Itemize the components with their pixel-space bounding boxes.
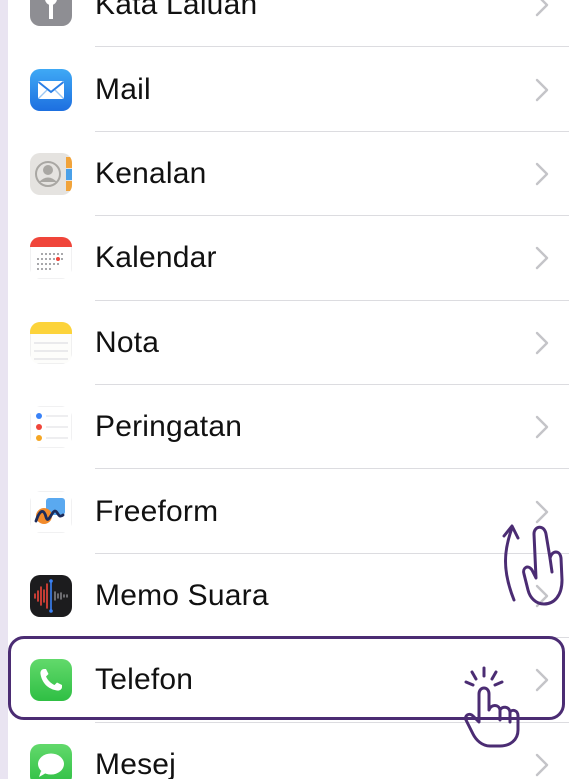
settings-row-label: Kata Laluan — [95, 0, 258, 22]
settings-row-peringatan[interactable]: Peringatan — [8, 385, 569, 470]
calendar-icon — [30, 237, 72, 280]
chevron-right-icon — [535, 0, 549, 17]
mail-icon — [30, 68, 72, 111]
freeform-icon — [30, 490, 72, 533]
settings-row-memo-suara[interactable]: Memo Suara — [8, 554, 569, 639]
chevron-right-icon — [535, 415, 549, 439]
messages-icon — [30, 743, 72, 779]
settings-row-label: Mail — [95, 72, 151, 106]
reminders-icon — [30, 406, 72, 449]
key-icon — [30, 0, 72, 27]
swipe-up-hand-icon — [502, 524, 564, 606]
chevron-right-icon — [535, 331, 549, 354]
settings-row-mail[interactable]: Mail — [8, 47, 569, 132]
settings-row-label: Nota — [95, 325, 160, 359]
tap-hand-icon — [464, 666, 520, 748]
settings-row-freeform[interactable]: Freeform — [8, 469, 569, 554]
chevron-right-icon — [535, 162, 549, 186]
settings-row-label: Kenalan — [95, 156, 207, 190]
notes-icon — [30, 321, 72, 364]
settings-row-nota[interactable]: Nota — [8, 301, 569, 385]
voice-memos-icon — [30, 574, 72, 617]
settings-row-kalendar[interactable]: Kalendar — [8, 216, 569, 301]
settings-row-label: Freeform — [95, 494, 219, 528]
contacts-icon — [30, 152, 72, 195]
settings-row-label: Peringatan — [95, 410, 243, 444]
settings-row-kenalan[interactable]: Kenalan — [8, 132, 569, 217]
chevron-right-icon — [535, 78, 549, 101]
settings-row-label: Kalendar — [95, 241, 217, 275]
settings-row-kata-laluan[interactable]: Kata Laluan — [8, 0, 569, 48]
chevron-right-icon — [535, 753, 549, 776]
chevron-right-icon — [535, 247, 549, 270]
settings-row-label: Mesej — [95, 747, 177, 779]
settings-row-label: Memo Suara — [95, 578, 269, 612]
